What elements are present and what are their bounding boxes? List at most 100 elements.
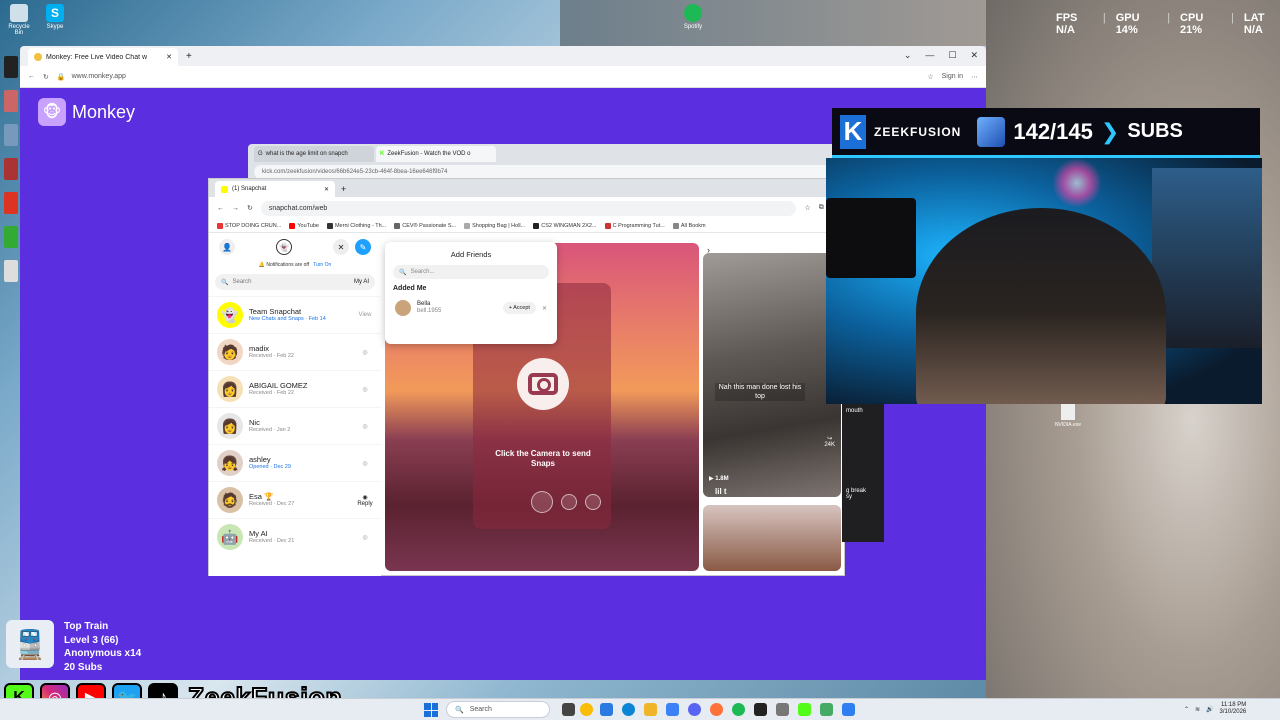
file-explorer-icon[interactable] xyxy=(644,703,657,716)
url-field[interactable]: 🔒 www.monkey.app xyxy=(57,69,919,85)
close-icon[interactable]: ✕ xyxy=(333,239,349,255)
reply-button[interactable]: ◉ Reply xyxy=(357,494,373,507)
lens-button[interactable] xyxy=(561,494,577,510)
reload-icon[interactable]: ↻ xyxy=(43,73,49,81)
chat-row[interactable]: 👻 Team Snapchat New Chats and Snaps · Fe… xyxy=(209,296,381,333)
new-tab-icon[interactable]: + xyxy=(186,51,192,62)
taskbar-search-input[interactable]: 🔍 Search xyxy=(446,701,550,718)
monkey-logo[interactable]: 🐵 Monkey xyxy=(38,98,135,126)
ghost-icon[interactable]: 👻 xyxy=(276,239,292,255)
video-username[interactable]: lil t xyxy=(715,487,727,496)
chrome-icon[interactable] xyxy=(580,703,593,716)
firefox-icon[interactable] xyxy=(710,703,723,716)
snapchat-tab[interactable]: (1) Snapchat ✕ xyxy=(215,181,335,197)
copilot-icon[interactable] xyxy=(600,703,613,716)
bookmark-item[interactable]: CEV® Passionate S... xyxy=(394,222,456,229)
star-icon[interactable]: ☆ xyxy=(804,204,810,212)
lens-button[interactable] xyxy=(585,494,601,510)
new-tab-icon[interactable]: + xyxy=(341,184,346,194)
spotify-desktop-icon[interactable]: Spotify xyxy=(678,4,708,30)
desktop-app-icon[interactable] xyxy=(4,56,18,78)
desktop-app-icon[interactable] xyxy=(4,260,18,282)
my-ai-button[interactable]: My AI xyxy=(354,279,369,285)
bookmark-item[interactable]: Merni Clothing - Th... xyxy=(326,222,386,229)
lens-button[interactable] xyxy=(531,491,553,513)
chat-search-input[interactable]: 🔍 Search My AI xyxy=(215,274,375,290)
chat-row[interactable]: 🧔 Esa 🏆 Received · Dec 27 ◉ Reply xyxy=(209,481,381,518)
chevron-up-icon[interactable]: ⌃ xyxy=(1184,706,1189,713)
volume-icon[interactable]: 🔊 xyxy=(1206,706,1213,713)
task-view-icon[interactable] xyxy=(562,703,575,716)
tab-title: what is the age limit on snapch xyxy=(265,151,348,157)
skype-desktop-icon[interactable]: S Skype xyxy=(40,4,70,30)
accept-button[interactable]: + Accept xyxy=(502,302,536,314)
turn-on-link[interactable]: Turn On xyxy=(313,262,331,268)
settings-icon[interactable] xyxy=(776,703,789,716)
video-card[interactable] xyxy=(703,505,841,571)
chat-row[interactable]: 👩 ABIGAIL GOMEZ Received · Feb 22 ◎ xyxy=(209,370,381,407)
discord-icon[interactable] xyxy=(688,703,701,716)
back-icon[interactable]: ← xyxy=(217,205,224,212)
camera-icon[interactable]: ◎ xyxy=(357,386,373,393)
close-icon[interactable]: ✕ xyxy=(970,50,978,61)
kick-tab-search[interactable]: Gwhat is the age limit on snapch xyxy=(254,146,374,162)
camera-icon[interactable]: ◎ xyxy=(357,460,373,467)
train-title: Top Train xyxy=(64,621,109,632)
chat-row[interactable]: 👩 Nic Received · Jan 2 ◎ xyxy=(209,407,381,444)
desktop-app-icon[interactable] xyxy=(4,90,18,112)
bookmark-item[interactable]: STOP DOING CRUN... xyxy=(217,222,281,229)
menu-icon[interactable]: ⋯ xyxy=(971,73,978,81)
kick-tab-vod[interactable]: K ZeekFusion - Watch the VOD o xyxy=(376,146,496,162)
desktop-app-icon[interactable] xyxy=(4,158,18,180)
spotify-icon[interactable] xyxy=(732,703,745,716)
reload-icon[interactable]: ↻ xyxy=(247,204,253,212)
desktop-app-icon[interactable] xyxy=(4,124,18,146)
camera-icon[interactable]: ◎ xyxy=(357,423,373,430)
forward-icon[interactable]: → xyxy=(232,205,239,212)
all-bookmarks[interactable]: All Bookm xyxy=(672,222,706,229)
desktop-app-icon[interactable] xyxy=(4,192,18,214)
profile-avatar-icon[interactable]: 👤 xyxy=(219,239,235,255)
store-icon[interactable] xyxy=(666,703,679,716)
browser-tab[interactable]: Monkey: Free Live Video Chat w ✕ xyxy=(28,48,178,66)
bookmark-item[interactable]: C Programming Tut... xyxy=(604,222,665,229)
chat-row[interactable]: 🧑 madix Received · Feb 22 ◎ xyxy=(209,333,381,370)
bookmark-item[interactable]: CS2 WINGMAN 2X2... xyxy=(533,222,597,229)
close-tab-icon[interactable]: ✕ xyxy=(166,53,172,61)
bookmark-item[interactable]: YouTube xyxy=(289,222,319,229)
app-icon[interactable] xyxy=(842,703,855,716)
share-button[interactable]: ↪ 24K xyxy=(824,435,835,448)
desktop-app-icon[interactable] xyxy=(4,226,18,248)
camera-icon[interactable]: ◎ xyxy=(357,349,373,356)
chevron-right-icon[interactable]: › xyxy=(707,245,719,257)
dismiss-icon[interactable]: ✕ xyxy=(542,305,547,312)
recycle-bin-icon[interactable]: Recycle Bin xyxy=(4,4,34,36)
kick-icon[interactable] xyxy=(798,703,811,716)
wifi-icon[interactable]: ≋ xyxy=(1195,706,1200,713)
app-icon[interactable] xyxy=(754,703,767,716)
minimize-icon[interactable]: — xyxy=(925,50,934,61)
bookmark-item[interactable]: Shopping Bag | Holl... xyxy=(464,222,525,229)
extensions-icon[interactable]: ⧉ xyxy=(819,204,824,212)
friend-search-input[interactable]: 🔍 Search... xyxy=(393,265,549,279)
sign-in-button[interactable]: Sign in xyxy=(942,73,963,80)
back-icon[interactable]: ← xyxy=(28,73,35,80)
maximize-icon[interactable]: ☐ xyxy=(948,50,956,61)
video-card[interactable]: Nah this man done lost his top ↪ 24K ▶ 1.… xyxy=(703,253,841,497)
kick-url-field[interactable]: kick.com/zeekfusion/videos/66b624e5-23cb… xyxy=(254,165,832,179)
notes-icon[interactable] xyxy=(820,703,833,716)
new-chat-icon[interactable]: ✎ xyxy=(355,239,371,255)
camera-icon[interactable]: ◎ xyxy=(357,534,373,541)
edge-icon[interactable] xyxy=(622,703,635,716)
close-tab-icon[interactable]: ✕ xyxy=(324,186,329,193)
view-button[interactable]: View xyxy=(357,312,373,318)
camera-button[interactable] xyxy=(517,358,569,410)
chevron-down-icon[interactable]: ⌄ xyxy=(904,50,912,61)
taskbar-clock[interactable]: 11:18 PM 3/10/2026 xyxy=(1220,702,1247,716)
star-icon[interactable]: ☆ xyxy=(927,73,933,81)
chat-row[interactable]: 👧 ashley Opened · Dec 29 ◎ xyxy=(209,444,381,481)
snap-url-field[interactable]: snapchat.com/web xyxy=(260,200,797,216)
start-button-icon[interactable] xyxy=(424,703,438,717)
desktop-file-icon[interactable]: NVIDIA.exe xyxy=(1050,404,1086,428)
chat-row[interactable]: 🤖 My AI Received · Dec 21 ◎ xyxy=(209,518,381,555)
